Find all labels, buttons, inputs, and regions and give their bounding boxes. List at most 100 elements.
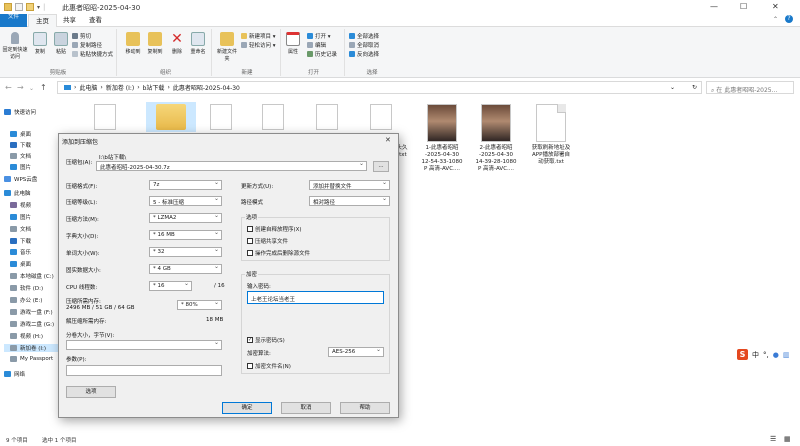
help-icon[interactable]: ? (785, 15, 793, 23)
mem-percent-select[interactable]: * 80% (177, 300, 222, 310)
maximize-button[interactable]: ☐ (740, 2, 747, 11)
encrypt-names-option[interactable]: 加密文件名(N) (247, 362, 291, 370)
nav-item[interactable]: 游戏一盘 (F:) (4, 308, 58, 316)
file-icon-partial[interactable] (316, 104, 346, 132)
solid-select[interactable]: * 4 GB (149, 264, 222, 274)
nav-item[interactable]: 桌面 (4, 260, 58, 268)
crumb-drive[interactable]: 新加卷 (I:) (106, 83, 134, 92)
history-button[interactable]: 历史记录 (307, 50, 337, 58)
update-select[interactable]: 添加并替换文件 (309, 180, 390, 190)
params-input[interactable] (66, 365, 222, 376)
show-password-checkbox[interactable]: ✓ (247, 337, 253, 343)
back-arrow-icon[interactable]: ← (5, 83, 12, 92)
nav-item[interactable]: 软件 (D:) (4, 284, 58, 292)
ribbon-collapse-icon[interactable]: ⌃ (773, 16, 778, 23)
keyboard-icon[interactable]: ▥ (783, 351, 790, 359)
new-item-button[interactable]: 新建项目 ▾ (241, 32, 276, 40)
nav-item[interactable]: 网络 (4, 370, 58, 378)
microphone-icon[interactable]: ● (773, 351, 779, 359)
nav-item[interactable]: 游戏二盘 (G:) (4, 320, 58, 328)
address-dropdown-icon[interactable]: ⌄ (670, 84, 675, 91)
crumb-current[interactable]: 此惠者昭昭-2025-04-30 (173, 83, 240, 92)
file-item[interactable]: 1-此惠者昭昭 -2025-04-30 12-54-33-1080 P 高清-A… (418, 104, 466, 173)
browse-button[interactable]: ... (373, 161, 389, 172)
tab-file[interactable]: 文件 (0, 14, 27, 27)
large-icons-view-icon[interactable]: ▦ (784, 435, 791, 443)
up-arrow-icon[interactable]: ↑ (40, 83, 47, 92)
invert-selection-button[interactable]: 反向选择 (349, 50, 379, 58)
file-icon-partial[interactable] (94, 104, 124, 132)
details-view-icon[interactable]: ☰ (770, 435, 776, 443)
pin-quick-access-button[interactable]: 固定到快速访问 (2, 32, 28, 60)
ok-button[interactable]: 确定 (222, 402, 272, 414)
word-select[interactable]: * 32 (149, 247, 222, 257)
select-none-button[interactable]: 全部取消 (349, 41, 379, 49)
selected-file-highlight[interactable] (146, 102, 196, 132)
search-input[interactable]: ⌕ 在 此惠者昭昭-2025... (706, 81, 794, 94)
split-select[interactable] (66, 340, 222, 350)
options-button[interactable]: 选项 (66, 386, 116, 398)
cut-button[interactable]: 剪切 (72, 32, 91, 40)
sfx-checkbox[interactable] (247, 226, 253, 232)
paste-button[interactable]: 粘贴 (51, 32, 71, 55)
nav-item[interactable]: 本地磁盘 (C:) (4, 272, 58, 280)
file-item[interactable]: 2-此惠者昭昭 -2025-04-30 14-39-28-1080 P 高清-A… (472, 104, 520, 173)
paste-shortcut-button[interactable]: 粘贴快捷方式 (72, 50, 113, 58)
nav-item[interactable]: 图片 (4, 163, 58, 171)
nav-item[interactable]: 下载 (4, 141, 58, 149)
nav-item[interactable]: 桌面 (4, 130, 58, 138)
nav-item[interactable]: 音乐 (4, 248, 58, 256)
tab-view[interactable]: 查看 (82, 14, 109, 27)
file-item[interactable]: 获取刷新地址及 APP播放部署自 动获取.txt (527, 104, 575, 166)
recent-dropdown-icon[interactable]: ⌄ (29, 85, 34, 92)
copy-button[interactable]: 复制 (30, 32, 50, 55)
copy-path-button[interactable]: 复制路径 (72, 41, 102, 49)
copy-to-button[interactable]: 复制到 (145, 32, 165, 55)
sfx-option[interactable]: 创建自释放程序(X) (247, 225, 302, 233)
cpu-select[interactable]: * 16 (149, 281, 192, 291)
new-folder-button[interactable]: 新建文件夹 (216, 32, 238, 62)
minimize-button[interactable]: — (710, 2, 718, 11)
refresh-icon[interactable]: ↻ (692, 84, 697, 91)
ime-lang-indicator[interactable]: 中 (752, 350, 759, 360)
delete-button[interactable]: ✕ 删除 (167, 32, 187, 55)
delete-checkbox[interactable] (247, 250, 253, 256)
nav-item[interactable]: WPS云盘 (4, 175, 58, 183)
new-folder-icon[interactable] (26, 3, 34, 11)
address-bar[interactable]: › 此电脑 › 新加卷 (I:) › b站下载 › 此惠者昭昭-2025-04-… (57, 81, 702, 94)
file-icon-partial[interactable] (262, 104, 292, 132)
properties-button[interactable]: 属性 (283, 32, 303, 55)
move-to-button[interactable]: 移动到 (123, 32, 143, 55)
file-icon-partial[interactable] (210, 104, 240, 132)
shared-checkbox[interactable] (247, 238, 253, 244)
level-select[interactable]: 5 - 标准压缩 (149, 196, 222, 206)
edit-button[interactable]: 编辑 (307, 41, 326, 49)
easy-access-button[interactable]: 轻松访问 ▾ (241, 41, 276, 49)
nav-item[interactable]: 图片 (4, 213, 58, 221)
encrypt-names-checkbox[interactable] (247, 363, 253, 369)
shared-option[interactable]: 压缩共享文件 (247, 237, 288, 245)
dict-select[interactable]: * 16 MB (149, 230, 222, 240)
crumb-bilibili[interactable]: b站下载 (143, 83, 165, 92)
dialog-close-icon[interactable]: ✕ (385, 136, 391, 144)
rename-button[interactable]: 重命名 (188, 32, 208, 55)
archive-name-combo[interactable]: 此惠者昭昭-2025-04-30.7z (96, 161, 367, 171)
password-input[interactable]: 上老王论坛当老王 (247, 291, 384, 304)
pathmode-select[interactable]: 相对路径 (309, 196, 390, 206)
help-button[interactable]: 帮助 (340, 402, 390, 414)
nav-item[interactable]: 视频 (4, 201, 58, 209)
close-button[interactable]: ✕ (772, 2, 779, 11)
enc-method-select[interactable]: AES-256 (328, 347, 384, 357)
properties-icon[interactable] (15, 3, 23, 11)
ime-punct-indicator[interactable]: °, (763, 351, 769, 359)
qa-dropdown-icon[interactable]: ▾ (37, 4, 40, 11)
nav-item[interactable]: 办公 (E:) (4, 296, 58, 304)
crumb-this-pc[interactable]: 此电脑 (79, 83, 97, 92)
delete-option[interactable]: 操作完成后删除源文件 (247, 249, 310, 257)
format-select[interactable]: 7z (149, 180, 222, 190)
nav-item[interactable]: 此电脑 (4, 189, 58, 197)
nav-item[interactable]: 下载 (4, 237, 58, 245)
nav-item[interactable]: 文档 (4, 152, 58, 160)
nav-item[interactable]: 新加卷 (I:) (4, 344, 58, 352)
tab-home[interactable]: 主页 (28, 14, 57, 27)
